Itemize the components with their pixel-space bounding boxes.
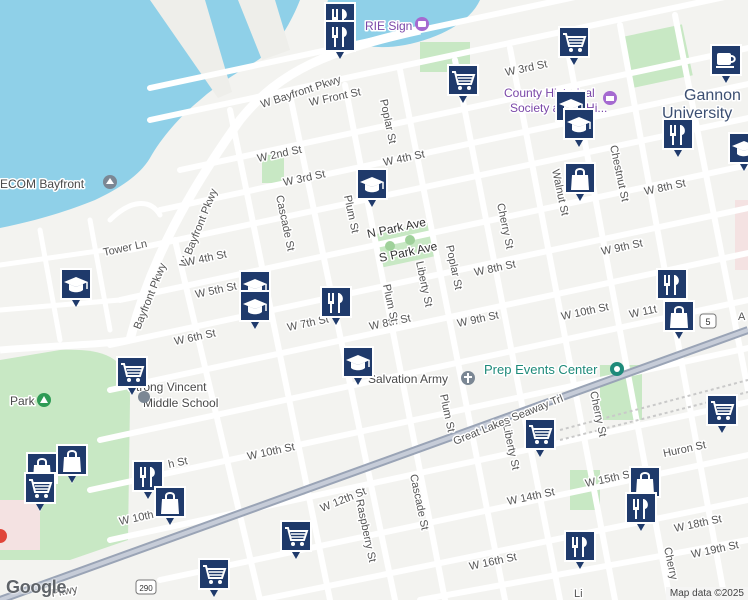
church-icon bbox=[461, 371, 475, 385]
restaurant-marker-8[interactable] bbox=[562, 528, 598, 572]
landmark-icon-bayfront bbox=[103, 175, 117, 189]
restaurant-marker-2[interactable] bbox=[322, 18, 358, 62]
label-ecom-bayfront: ECOM Bayfront bbox=[0, 177, 85, 191]
shopping-bag-marker-4[interactable] bbox=[54, 442, 90, 486]
shopping-cart-marker-5[interactable] bbox=[522, 416, 558, 460]
school-marker-2[interactable] bbox=[561, 106, 597, 150]
restaurant-marker-4[interactable] bbox=[318, 284, 354, 328]
shopping-cart-marker-2[interactable] bbox=[445, 62, 481, 106]
museum-icon bbox=[603, 91, 617, 105]
photo-icon-rie-sign bbox=[415, 17, 429, 31]
shopping-bag-marker-2[interactable] bbox=[661, 298, 697, 342]
map-view[interactable]: 5 290 W Bayfront Pkwy Bayfront Pkwy W Ba… bbox=[0, 0, 748, 600]
school-marker-7[interactable] bbox=[58, 266, 94, 310]
map-data-attribution[interactable]: Map data ©2025 bbox=[665, 587, 748, 600]
label-salvation-army: Salvation Army bbox=[368, 372, 448, 386]
shopping-cart-marker-1[interactable] bbox=[556, 24, 592, 68]
school-marker-8[interactable] bbox=[340, 344, 376, 388]
shopping-bag-marker-5[interactable] bbox=[152, 484, 188, 528]
label-park: Park bbox=[10, 394, 36, 408]
label-rie-sign: RIE Sign bbox=[365, 19, 412, 33]
shopping-cart-marker-4[interactable] bbox=[22, 470, 58, 514]
school-marker-4[interactable] bbox=[354, 166, 390, 210]
shopping-bag-marker-1[interactable] bbox=[562, 160, 598, 204]
route-290-shield: 290 bbox=[135, 579, 157, 595]
school-marker-6[interactable] bbox=[237, 288, 273, 332]
google-logo[interactable]: Google bbox=[6, 577, 67, 598]
cafe-marker[interactable] bbox=[708, 42, 744, 86]
shopping-cart-marker-3[interactable] bbox=[114, 354, 150, 398]
shopping-cart-marker-7[interactable] bbox=[278, 518, 314, 562]
label-li-edge: Li bbox=[574, 588, 583, 600]
label-a-edge: A bbox=[738, 311, 746, 323]
label-school-line2: Middle School bbox=[143, 396, 218, 410]
shopping-cart-marker-8[interactable] bbox=[196, 556, 232, 600]
svg-text:290: 290 bbox=[139, 584, 153, 593]
restaurant-marker-7[interactable] bbox=[623, 490, 659, 534]
route-5-shield: 5 bbox=[699, 313, 717, 329]
svg-text:5: 5 bbox=[705, 317, 710, 327]
label-gannon: Gannon bbox=[684, 87, 741, 104]
shopping-cart-marker-6[interactable] bbox=[704, 392, 740, 436]
label-prep-events-center: Prep Events Center bbox=[484, 362, 598, 377]
school-marker-3[interactable] bbox=[726, 130, 748, 174]
restaurant-marker-3[interactable] bbox=[660, 116, 696, 160]
venue-icon bbox=[610, 362, 624, 376]
park-icon bbox=[37, 393, 51, 407]
